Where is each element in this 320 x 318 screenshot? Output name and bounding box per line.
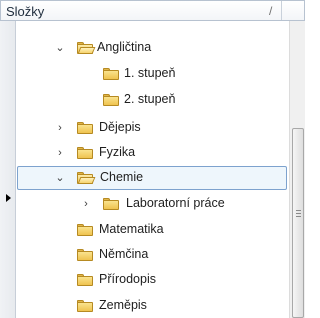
tree-row-label: Chemie bbox=[100, 170, 144, 184]
tree-row-label: 1. stupeň bbox=[124, 66, 176, 80]
tree-row-prirodopis[interactable]: Přírodopis bbox=[17, 268, 287, 292]
tree-row-fyzika[interactable]: › Fyzika bbox=[17, 141, 287, 165]
tree-row-laboratorni-prace[interactable]: › Laboratorní práce bbox=[17, 192, 287, 216]
row-selector-gutter bbox=[0, 21, 16, 318]
tree-row-label: Angličtina bbox=[97, 40, 152, 54]
sort-indicator: / bbox=[269, 4, 273, 18]
tree-row-label: Němčina bbox=[99, 247, 149, 261]
column-separator bbox=[281, 1, 282, 20]
folder-icon bbox=[77, 249, 93, 261]
tree-row-2-stupen[interactable]: 2. stupeň bbox=[17, 88, 287, 112]
vertical-scrollbar[interactable] bbox=[289, 21, 305, 318]
tree-row-dejepis[interactable]: › Dějepis bbox=[17, 116, 287, 140]
folder-icon bbox=[103, 68, 119, 80]
tree-row-matematika[interactable]: Matematika bbox=[17, 218, 287, 242]
row-pointer-icon bbox=[6, 194, 11, 202]
tree-row-label: Laboratorní práce bbox=[126, 196, 225, 210]
folder-open-icon bbox=[77, 42, 96, 54]
folder-tree: ⌄ Angličtina 1. stupeň 2. stupeň › Dějep… bbox=[17, 34, 287, 318]
chevron-down-icon[interactable]: ⌄ bbox=[55, 43, 65, 54]
column-header-label: Složky bbox=[6, 4, 45, 19]
folder-tree-panel: Složky / ⌄ Angličtina 1. stupeň 2. stupe… bbox=[0, 0, 305, 318]
folder-icon bbox=[103, 198, 119, 210]
folder-open-icon bbox=[77, 172, 96, 184]
tree-row-anglictina[interactable]: ⌄ Angličtina bbox=[17, 36, 287, 60]
folder-icon bbox=[77, 147, 93, 159]
tree-row-chemie[interactable]: ⌄ Chemie bbox=[17, 166, 287, 190]
scroll-thumb[interactable] bbox=[292, 128, 304, 318]
tree-row-label: Fyzika bbox=[99, 145, 136, 159]
folder-icon bbox=[77, 300, 93, 312]
tree-row-1-stupen[interactable]: 1. stupeň bbox=[17, 62, 287, 86]
folder-icon bbox=[77, 274, 93, 286]
column-header[interactable]: Složky / bbox=[0, 0, 305, 21]
tree-row-label: Přírodopis bbox=[99, 272, 156, 286]
folder-icon bbox=[77, 224, 93, 236]
tree-row-zemepis[interactable]: Zeměpis bbox=[17, 294, 287, 318]
chevron-right-icon[interactable]: › bbox=[55, 123, 65, 134]
folder-icon bbox=[77, 122, 93, 134]
tree-row-label: 2. stupeň bbox=[124, 92, 176, 106]
chevron-right-icon[interactable]: › bbox=[81, 199, 91, 210]
tree-row-nemcina[interactable]: Němčina bbox=[17, 243, 287, 267]
chevron-right-icon[interactable]: › bbox=[55, 148, 65, 159]
folder-icon bbox=[103, 94, 119, 106]
tree-row-label: Dějepis bbox=[99, 120, 141, 134]
chevron-down-icon[interactable]: ⌄ bbox=[55, 173, 65, 184]
tree-row-label: Zeměpis bbox=[99, 298, 147, 312]
tree-row-label: Matematika bbox=[99, 222, 164, 236]
